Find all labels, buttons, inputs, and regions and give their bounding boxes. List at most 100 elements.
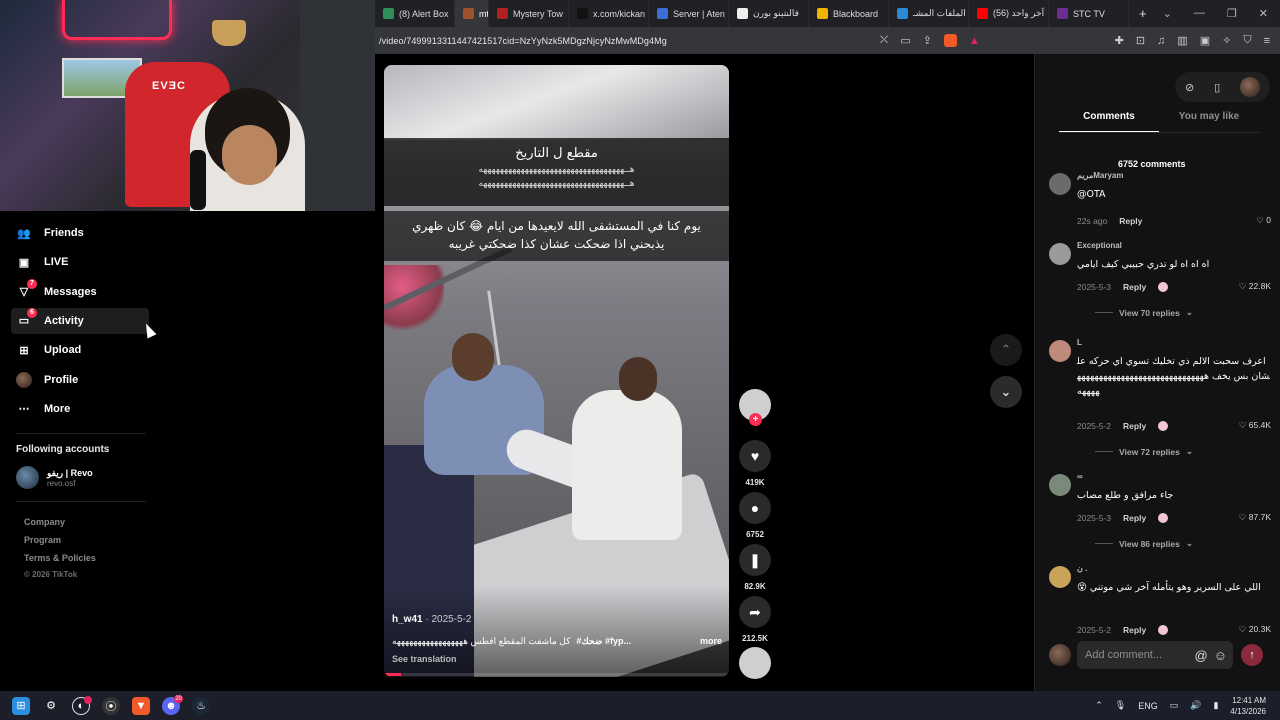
view-replies-button[interactable]: View 70 replies ⌄ xyxy=(1095,307,1193,318)
media-icon[interactable]: ♫ xyxy=(1157,35,1165,47)
previous-video-button[interactable]: ⌃ xyxy=(990,334,1022,366)
reply-button[interactable]: Reply xyxy=(1123,421,1146,431)
nav-item-live[interactable]: ▣ LIVE xyxy=(11,249,149,275)
reply-button[interactable]: Reply xyxy=(1123,625,1146,635)
cast-icon[interactable]: ▭ xyxy=(900,34,910,47)
address-bar[interactable]: /video/7499913311447421517cid=NzYyNzk5MD… xyxy=(375,27,1280,54)
save-button[interactable]: ❚ xyxy=(739,544,771,576)
comment-like-button[interactable]: ♡ 87.7K xyxy=(1239,512,1271,523)
more-link[interactable]: more xyxy=(700,636,722,647)
video-player[interactable]: مقطع ل التاريخ هــهههههههههههههههههههههه… xyxy=(384,65,729,677)
steam-icon[interactable]: ♨ xyxy=(192,696,210,715)
footer-program-link[interactable]: Program xyxy=(24,535,61,545)
nav-item-upload[interactable]: ⊞ Upload xyxy=(11,337,149,363)
browser-tab[interactable]: Server | Aten xyxy=(649,0,729,27)
view-replies-button[interactable]: View 72 replies ⌄ xyxy=(1095,446,1193,457)
nav-item-profile[interactable]: Profile xyxy=(11,367,149,393)
following-account-revo[interactable]: ريفو | Revo revo.osf xyxy=(16,466,93,489)
comment-like-button[interactable]: ♡ 22.8K xyxy=(1239,281,1271,292)
comment-like-button[interactable]: ♡ 0 xyxy=(1256,215,1271,226)
share-icon[interactable]: ⇪ xyxy=(923,34,932,47)
discord-icon[interactable]: ☻ 20 xyxy=(162,694,183,715)
footer-terms-link[interactable]: Terms & Policies xyxy=(24,553,96,563)
microphone-icon[interactable]: 🎙 xyxy=(1115,700,1126,711)
nav-item-activity[interactable]: ▭ 6 Activity xyxy=(11,307,149,334)
close-window-icon[interactable]: ✕ xyxy=(1259,7,1268,20)
clock[interactable]: 12:41 AM 4/13/2026 xyxy=(1230,695,1266,717)
share-button[interactable]: ➦ xyxy=(739,596,771,628)
new-tab-button[interactable]: + xyxy=(1129,6,1157,21)
avatar[interactable] xyxy=(1049,474,1071,496)
avatar[interactable] xyxy=(1049,340,1071,362)
browser-tab[interactable]: (8) Alert Box xyxy=(375,0,455,27)
comment-author[interactable]: Exceptional xyxy=(1077,241,1122,250)
vpn-icon[interactable]: ⛉ xyxy=(1243,34,1251,47)
user-avatar[interactable] xyxy=(1240,77,1261,97)
brave-browser-icon[interactable]: ▼ xyxy=(132,696,150,715)
browser-tab[interactable]: فالنتينو بورن xyxy=(729,0,809,27)
battery-icon[interactable]: ▮ xyxy=(1213,700,1218,711)
creator-avatar-button[interactable]: + xyxy=(739,389,771,426)
minimize-icon[interactable]: — xyxy=(1194,7,1205,20)
nav-item-friends[interactable]: 👥 Friends xyxy=(11,220,149,246)
browser-tab[interactable]: Blackboard xyxy=(809,0,889,27)
browser-tab[interactable]: (56) آخر واحد xyxy=(969,0,1049,27)
browser-tab[interactable]: Mystery Tow xyxy=(489,0,569,27)
wallet-icon[interactable]: ▣ xyxy=(1200,34,1210,47)
chevron-up-icon[interactable]: ⌃ xyxy=(1095,700,1103,711)
comment-input[interactable]: Add comment... @ ☺ xyxy=(1077,641,1233,669)
tab-you-may-like[interactable]: You may like xyxy=(1159,111,1259,133)
see-translation-link[interactable]: See translation xyxy=(392,654,457,664)
browser-tab[interactable]: STC TV xyxy=(1049,0,1129,27)
compass-icon[interactable]: ⊘ xyxy=(1185,81,1194,94)
url-text[interactable]: /video/7499913311447421517cid=NzYyNzk5MD… xyxy=(375,36,667,46)
restore-icon[interactable]: ❐ xyxy=(1227,7,1237,20)
screenshot-icon[interactable]: ⊡ xyxy=(1136,34,1145,47)
monitor-icon[interactable]: ▭ xyxy=(1170,700,1179,711)
menu-icon[interactable]: ≡ xyxy=(1264,35,1270,47)
tab-comments[interactable]: Comments xyxy=(1059,111,1159,133)
author-username[interactable]: h_w41 xyxy=(392,614,423,625)
brave-shields-icon[interactable] xyxy=(943,34,957,47)
post-comment-button[interactable]: ↑ xyxy=(1241,644,1263,666)
avatar[interactable] xyxy=(1049,243,1071,265)
music-disc-button[interactable] xyxy=(739,647,771,679)
hashtags[interactable]: #ضحك #fyp... xyxy=(576,636,631,647)
tab-search-icon[interactable]: ⌄ xyxy=(1163,7,1172,20)
follow-plus-icon[interactable]: + xyxy=(749,413,762,426)
sidebar-icon[interactable]: ▥ xyxy=(1177,34,1187,47)
like-button[interactable]: ♥ xyxy=(739,440,771,472)
video-progress-bar[interactable] xyxy=(384,673,729,676)
nav-item-messages[interactable]: ▽ 7 Messages xyxy=(11,278,149,305)
browser-tab[interactable]: الملفات المشـ xyxy=(889,0,969,27)
brave-rewards-icon[interactable]: ▲ xyxy=(969,35,980,47)
mention-icon[interactable]: @ xyxy=(1195,648,1208,663)
reply-button[interactable]: Reply xyxy=(1123,513,1146,523)
settings-gear-icon[interactable]: ⚙ xyxy=(42,697,60,715)
nav-item-more[interactable]: ⋯ More xyxy=(11,396,149,422)
reply-button[interactable]: Reply xyxy=(1123,282,1146,292)
leo-ai-icon[interactable]: ✧ xyxy=(1222,34,1231,47)
comment-author[interactable]: ن . xyxy=(1077,564,1087,573)
no-tracking-icon[interactable]: ⛌ xyxy=(880,34,888,47)
steelseries-icon[interactable]: ⦿ xyxy=(102,696,120,715)
reply-button[interactable]: Reply xyxy=(1119,216,1142,226)
next-video-button[interactable]: ⌄ xyxy=(990,376,1022,408)
comment-like-button[interactable]: ♡ 65.4K xyxy=(1239,420,1271,431)
emoji-icon[interactable]: ☺ xyxy=(1214,648,1227,663)
comment-author[interactable]: مريمMaryam xyxy=(1077,171,1124,180)
comment-like-button[interactable]: ♡ 20.3K xyxy=(1239,624,1271,635)
obs-icon[interactable]: ◐ xyxy=(72,695,92,715)
volume-icon[interactable]: 🔊 xyxy=(1190,700,1201,711)
comment-author[interactable]: L xyxy=(1077,338,1082,347)
avatar[interactable] xyxy=(1049,173,1071,195)
device-icon[interactable]: ▯ xyxy=(1214,81,1220,94)
view-replies-button[interactable]: View 86 replies ⌄ xyxy=(1095,538,1193,549)
comment-button[interactable]: ● xyxy=(739,492,771,524)
language-indicator[interactable]: ENG xyxy=(1138,701,1158,711)
extensions-icon[interactable]: ✚ xyxy=(1115,34,1124,47)
browser-tab[interactable]: mt xyxy=(455,0,489,27)
browser-tab[interactable]: x.com/kickan xyxy=(569,0,649,27)
windows-start-icon[interactable]: ⊞ xyxy=(12,696,30,715)
avatar[interactable] xyxy=(1049,566,1071,588)
